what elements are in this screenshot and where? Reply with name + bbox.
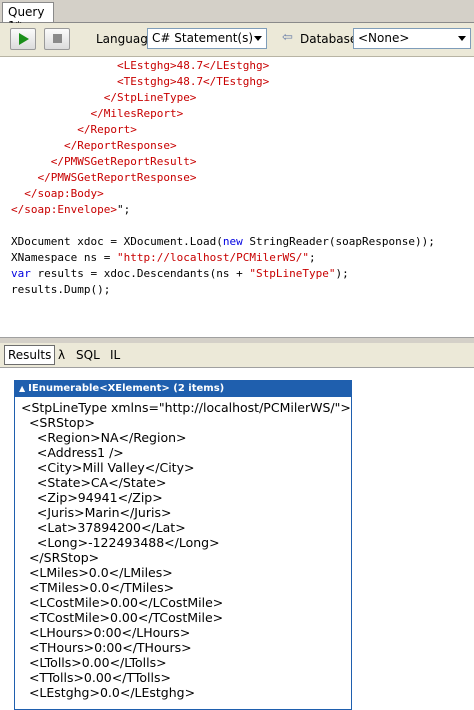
xml-line: <TTolls>0.00</TTolls>: [21, 670, 171, 685]
code-token: new: [222, 235, 243, 248]
tab-il[interactable]: IL: [110, 347, 120, 363]
code-token: </StpLineType>: [103, 91, 197, 104]
code-line: <LEstghg>48.7</LEstghg>: [11, 58, 269, 74]
code-token: </soap:Envelope>: [11, 203, 117, 216]
xml-line: <Address1 />: [21, 445, 124, 460]
code-line: </MilesReport>: [11, 106, 183, 122]
code-token: </ReportResponse>: [63, 139, 177, 152]
results-tab-bar: Results λ SQL IL: [0, 343, 474, 368]
result-header-label: IEnumerable<XElement> (2 items): [28, 383, 225, 394]
stop-icon: [53, 34, 62, 43]
database-select[interactable]: <None>: [353, 28, 471, 49]
code-token: ;: [309, 251, 316, 264]
code-line: XDocument xdoc = XDocument.Load(new Stri…: [11, 234, 435, 250]
tab-results[interactable]: Results: [4, 345, 56, 365]
database-select-value: <None>: [358, 31, 410, 45]
code-token: </Report>: [77, 123, 137, 136]
tab-query-1[interactable]: Query 1*: [2, 2, 54, 33]
code-token: StringReader(soapResponse));: [242, 235, 435, 248]
tab-lambda[interactable]: λ: [58, 347, 65, 363]
stop-button[interactable]: [44, 28, 70, 50]
language-select[interactable]: C# Statement(s): [147, 28, 267, 49]
code-line: </StpLineType>: [11, 90, 197, 106]
xml-line: <Zip>94941</Zip>: [21, 490, 163, 505]
xml-line: <LCostMile>0.00</LCostMile>: [21, 595, 224, 610]
xml-line: <LMiles>0.0</LMiles>: [21, 565, 173, 580]
code-line: </soap:Envelope>";: [11, 202, 130, 218]
chevron-down-icon: [458, 36, 466, 41]
xml-line: <TMiles>0.0</TMiles>: [21, 580, 175, 595]
chevron-down-icon: [254, 36, 262, 41]
language-select-value: C# Statement(s): [152, 31, 254, 45]
code-line: results.Dump();: [11, 282, 110, 298]
code-line: <TEstghg>48.7</TEstghg>: [11, 74, 269, 90]
code-token: </PMWSGetReportResult>: [50, 155, 197, 168]
code-line: </PMWSGetReportResult>: [11, 154, 197, 170]
code-token: </soap:Body>: [24, 187, 104, 200]
xml-line: </SRStop>: [21, 550, 100, 565]
xml-line: <LHours>0:00</LHours>: [21, 625, 191, 640]
code-line: </ReportResponse>: [11, 138, 177, 154]
code-token: <TEstghg>48.7</TEstghg>: [116, 75, 270, 88]
results-panel: ▲ IEnumerable<XElement> (2 items) <StpLin…: [0, 368, 474, 710]
enumerable-result-box: ▲ IEnumerable<XElement> (2 items) <StpLin…: [14, 380, 352, 710]
code-line: </PMWSGetReportResponse>: [11, 170, 197, 186]
xml-line: <Juris>Marin</Juris>: [21, 505, 172, 520]
code-token: </PMWSGetReportResponse>: [37, 171, 197, 184]
xml-line: <StpLineType xmlns="http://localhost/PCM…: [21, 400, 351, 415]
code-line: var results = xdoc.Descendants(ns + "Stp…: [11, 266, 349, 282]
collapse-triangle-icon[interactable]: ▲: [19, 384, 25, 393]
code-token: <LEstghg>48.7</LEstghg>: [116, 59, 270, 72]
xml-line: <THours>0:00</THours>: [21, 640, 192, 655]
code-token: );: [335, 267, 349, 280]
xml-line: <TCostMile>0.00</TCostMile>: [21, 610, 224, 625]
code-token: "http://localhost/PCMilerWS/": [116, 251, 310, 264]
play-icon: [19, 33, 29, 45]
code-line: XNamespace ns = "http://localhost/PCMile…: [11, 250, 316, 266]
result-header[interactable]: ▲ IEnumerable<XElement> (2 items): [15, 381, 351, 397]
xml-line: <Lat>37894200</Lat>: [21, 520, 186, 535]
tab-sql[interactable]: SQL: [76, 347, 100, 363]
code-token: ";: [116, 203, 131, 216]
code-token: XDocument xdoc = XDocument.Load(: [11, 235, 223, 248]
query-toolbar: Language C# Statement(s) ⇦ Database <Non…: [0, 23, 474, 57]
code-token: "StpLineType": [249, 267, 336, 280]
code-token: results.Dump();: [11, 283, 111, 296]
xml-line: <Region>NA</Region>: [21, 430, 187, 445]
code-token: results = xdoc.Descendants(ns +: [30, 267, 250, 280]
xml-line: <SRStop>: [21, 415, 95, 430]
xml-line: <Long>-122493488</Long>: [21, 535, 220, 550]
run-button[interactable]: [10, 28, 36, 50]
document-tab-strip: Query 1*: [0, 0, 474, 33]
database-label: Database: [300, 32, 358, 46]
code-editor[interactable]: <LEstghg>48.7</LEstghg> <TEstghg>48.7</T…: [0, 57, 474, 338]
code-token: </MilesReport>: [90, 107, 184, 120]
arrow-left-icon: ⇦: [282, 30, 293, 45]
code-token: XNamespace ns =: [11, 251, 117, 264]
code-line: </soap:Body>: [11, 186, 104, 202]
code-line: </Report>: [11, 122, 137, 138]
xml-line: <State>CA</State>: [21, 475, 167, 490]
xml-line: <City>Mill Valley</City>: [21, 460, 195, 475]
xml-line: <LTolls>0.00</LTolls>: [21, 655, 167, 670]
code-token: var: [11, 267, 31, 280]
